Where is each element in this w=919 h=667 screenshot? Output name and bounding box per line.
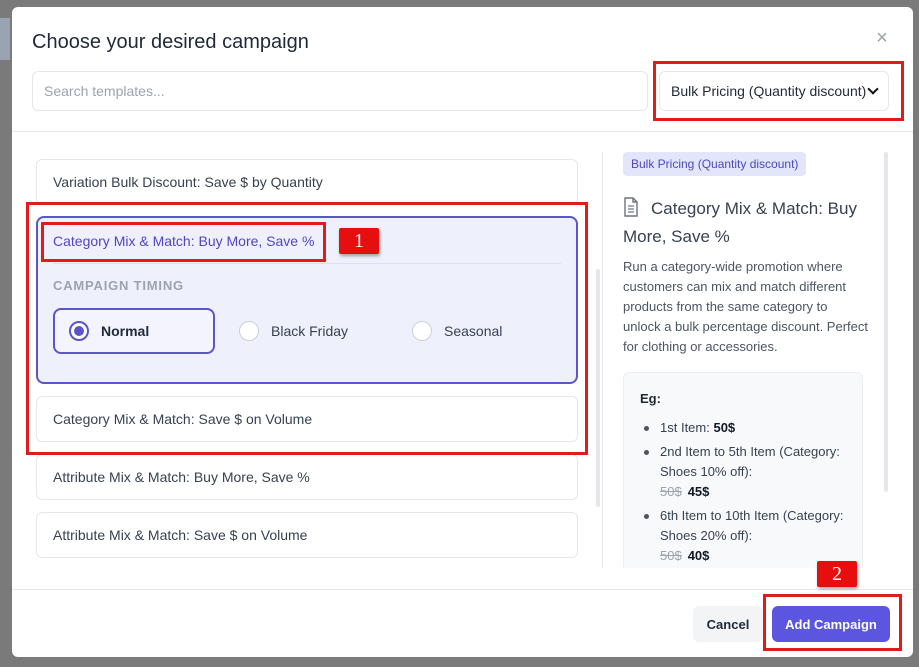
list-item: 6th Item to 10th Item (Category: Shoes 2… bbox=[640, 506, 846, 566]
template-item-label: Attribute Mix & Match: Save $ on Volume bbox=[53, 527, 308, 543]
step-badge-1: 1 bbox=[339, 228, 379, 254]
template-item-variation-bulk[interactable]: Variation Bulk Discount: Save $ by Quant… bbox=[36, 159, 578, 205]
timing-option-normal[interactable]: Normal bbox=[53, 308, 215, 354]
preview-scrollbar[interactable] bbox=[884, 152, 888, 492]
example-label: Eg: bbox=[640, 391, 661, 406]
example-item-text: 6th Item to 10th Item (Category: Shoes 2… bbox=[660, 508, 844, 543]
add-campaign-button[interactable]: Add Campaign bbox=[772, 606, 890, 642]
example-item-text: 2nd Item to 5th Item (Category: Shoes 10… bbox=[660, 444, 840, 479]
category-badge: Bulk Pricing (Quantity discount) bbox=[623, 152, 807, 176]
radio-checked-icon[interactable] bbox=[69, 321, 89, 341]
modal-title: Choose your desired campaign bbox=[32, 31, 309, 53]
template-item-label: Variation Bulk Discount: Save $ by Quant… bbox=[53, 174, 323, 190]
template-item-label: Category Mix & Match: Buy More, Save % bbox=[53, 233, 315, 249]
timing-option-black-friday[interactable]: Black Friday bbox=[225, 308, 387, 354]
template-item-label: Attribute Mix & Match: Buy More, Save % bbox=[53, 469, 310, 485]
example-list: 1st Item: 50$ 2nd Item to 5th Item (Cate… bbox=[640, 418, 846, 566]
radio-icon[interactable] bbox=[412, 321, 432, 341]
template-list-scrollbar[interactable] bbox=[596, 269, 600, 507]
example-box: Eg: 1st Item: 50$ 2nd Item to 5th Item (… bbox=[623, 372, 863, 568]
example-item-text: 1st Item: bbox=[660, 420, 714, 435]
cancel-button[interactable]: Cancel bbox=[693, 606, 763, 642]
template-item-label: Category Mix & Match: Save $ on Volume bbox=[53, 411, 313, 427]
example-item-price: 40$ bbox=[687, 548, 710, 563]
category-select-value: Bulk Pricing (Quantity discount) bbox=[671, 83, 867, 99]
template-item-category-buy-more[interactable]: Category Mix & Match: Buy More, Save % C… bbox=[36, 216, 578, 384]
timing-option-label: Seasonal bbox=[444, 323, 503, 339]
template-item-attribute-save-volume[interactable]: Attribute Mix & Match: Save $ on Volume bbox=[36, 512, 578, 558]
step-badge-2: 2 bbox=[817, 561, 857, 587]
list-item: 2nd Item to 5th Item (Category: Shoes 10… bbox=[640, 442, 846, 502]
template-preview: Bulk Pricing (Quantity discount) Categor… bbox=[623, 152, 873, 568]
list-item: 1st Item: 50$ bbox=[640, 418, 846, 438]
divider bbox=[53, 263, 561, 264]
example-item-price: 50$ bbox=[713, 420, 736, 435]
timing-option-label: Normal bbox=[101, 323, 150, 339]
chevron-down-icon bbox=[867, 83, 879, 95]
template-item-attribute-buy-more[interactable]: Attribute Mix & Match: Buy More, Save % bbox=[36, 454, 578, 500]
example-item-price: 45$ bbox=[687, 484, 710, 499]
preview-description: Run a category-wide promotion where cust… bbox=[623, 259, 868, 354]
campaign-timing-label: CAMPAIGN TIMING bbox=[53, 278, 184, 293]
search-input[interactable] bbox=[32, 71, 648, 111]
example-item-old-price: 50$ bbox=[660, 484, 682, 499]
timing-option-seasonal[interactable]: Seasonal bbox=[398, 308, 560, 354]
category-select[interactable]: Bulk Pricing (Quantity discount) bbox=[659, 71, 889, 111]
preview-title: Category Mix & Match: Buy More, Save % bbox=[623, 199, 857, 246]
footer-divider bbox=[12, 589, 913, 590]
header-divider bbox=[12, 131, 913, 132]
backdrop-page-strip bbox=[0, 18, 10, 60]
example-item-old-price: 50$ bbox=[660, 548, 682, 563]
close-icon[interactable]: × bbox=[873, 28, 891, 48]
panel-divider bbox=[602, 152, 603, 568]
timing-option-label: Black Friday bbox=[271, 323, 349, 339]
radio-icon[interactable] bbox=[239, 321, 259, 341]
template-item-category-save-volume[interactable]: Category Mix & Match: Save $ on Volume bbox=[36, 396, 578, 442]
campaign-modal: Choose your desired campaign × Bulk Pric… bbox=[12, 7, 913, 657]
